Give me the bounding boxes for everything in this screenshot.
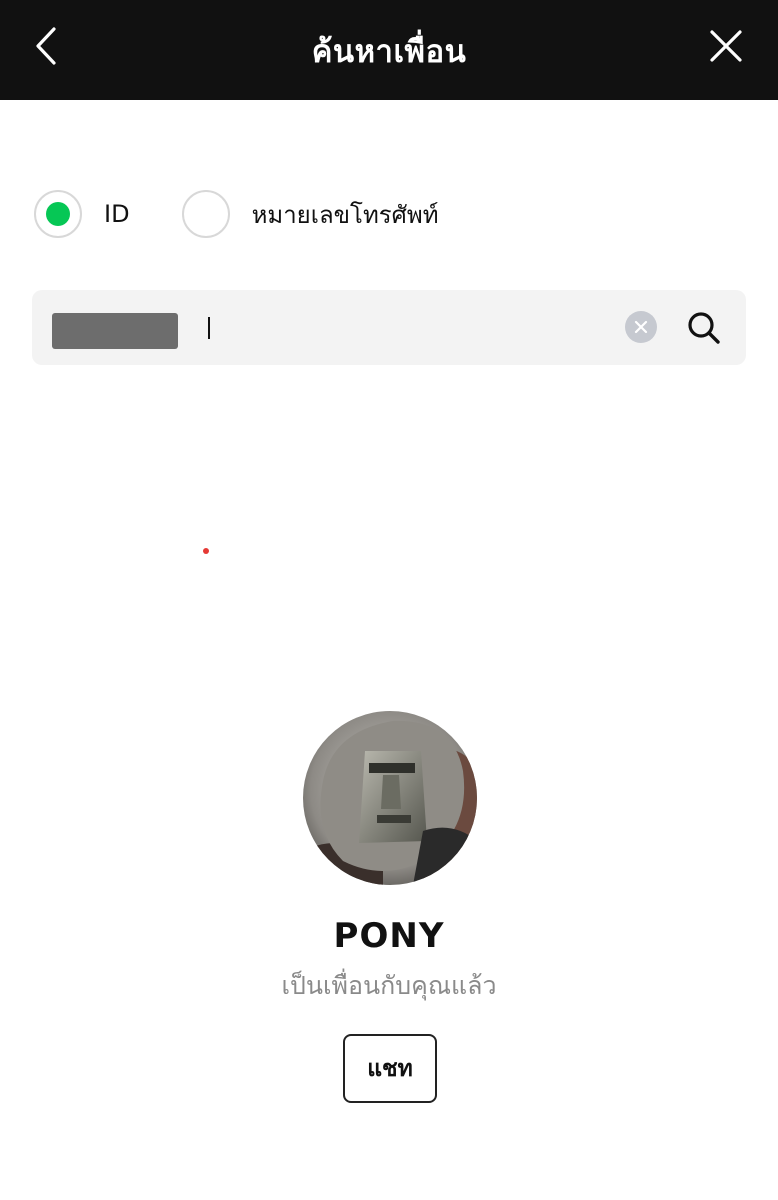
text-cursor — [208, 317, 210, 339]
close-icon — [710, 30, 742, 62]
radio-selected-dot — [46, 202, 70, 226]
friend-name: PONY — [333, 916, 445, 956]
clear-icon — [634, 320, 648, 334]
red-dot-mark — [203, 548, 209, 554]
search-type-selector: ID หมายเลขโทรศัพท์ — [34, 190, 439, 238]
radio-phone-label[interactable]: หมายเลขโทรศัพท์ — [252, 195, 439, 234]
redacted-search-text — [52, 313, 178, 349]
search-icon — [688, 312, 720, 344]
avatar[interactable] — [303, 711, 477, 885]
search-button[interactable] — [684, 308, 724, 348]
page-title: ค้นหาเพื่อน — [311, 34, 467, 70]
search-input[interactable] — [32, 290, 746, 365]
radio-phone[interactable] — [181, 190, 230, 238]
clear-button[interactable] — [625, 311, 657, 343]
top-bar: ค้นหาเพื่อน — [0, 0, 778, 100]
chat-button[interactable]: แชท — [343, 1034, 437, 1103]
close-button[interactable] — [704, 24, 748, 68]
avatar-image — [303, 711, 477, 885]
friend-status: เป็นเพื่อนกับคุณแล้ว — [281, 971, 497, 1000]
radio-id[interactable] — [34, 190, 82, 238]
radio-id-label[interactable]: ID — [104, 200, 130, 228]
